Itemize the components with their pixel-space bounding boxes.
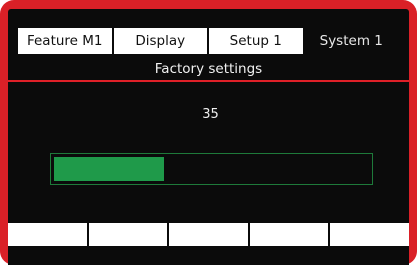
softkey-2[interactable] xyxy=(88,223,168,246)
softkey-1[interactable] xyxy=(8,223,87,246)
softkey-3[interactable] xyxy=(169,223,248,246)
progress-value: 35 xyxy=(202,107,219,122)
display-screen: Feature M1 Display Setup 1 System 1 Fact… xyxy=(8,9,409,265)
progress-bar xyxy=(50,153,373,185)
tab-feature-m1[interactable]: Feature M1 xyxy=(18,28,112,54)
page-title: Factory settings xyxy=(154,61,263,77)
softkey-bar xyxy=(8,223,409,246)
tab-bar: Feature M1 Display Setup 1 System 1 xyxy=(18,28,398,54)
softkey-4[interactable] xyxy=(249,223,329,246)
softkey-5[interactable] xyxy=(330,223,409,246)
header-divider xyxy=(8,80,409,82)
progress-bar-fill xyxy=(54,157,164,181)
tab-system-1[interactable]: System 1 xyxy=(304,28,398,54)
tab-display[interactable]: Display xyxy=(113,28,207,54)
tab-setup-1[interactable]: Setup 1 xyxy=(209,28,303,54)
device-bezel: Feature M1 Display Setup 1 System 1 Fact… xyxy=(0,0,417,265)
